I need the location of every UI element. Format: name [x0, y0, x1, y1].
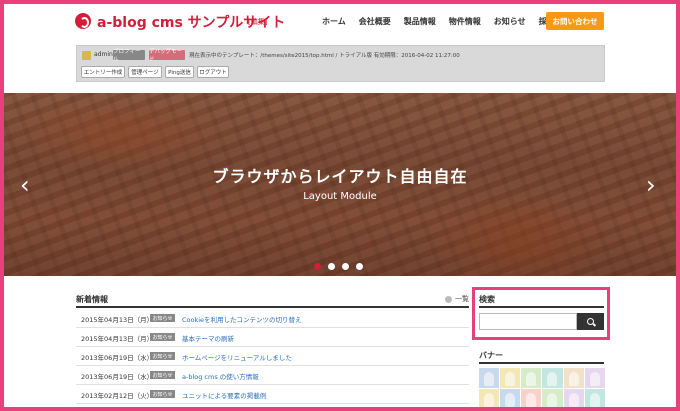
search-heading: 検索: [479, 295, 495, 304]
global-nav: ホーム 会社概要 製品情報 物件情報 お知らせ 採用情報: [322, 16, 584, 27]
hero-title: ブラウザからレイアウト自由自在: [212, 167, 468, 186]
divider: [76, 306, 469, 308]
banner-item[interactable]: [584, 388, 605, 408]
category-badge[interactable]: お知らせ: [150, 333, 175, 341]
banner-item[interactable]: [563, 388, 584, 408]
banner-item[interactable]: [479, 368, 500, 388]
category-badge[interactable]: お知らせ: [150, 314, 175, 322]
template-info: 現在表示中のテンプレート：/themes/site2015/top.html /…: [189, 53, 460, 59]
banner-heading: バナー: [479, 351, 503, 360]
nav-item-company[interactable]: 会社概要: [359, 16, 391, 27]
divider: [479, 306, 604, 308]
nav-item-properties[interactable]: 物件情報: [449, 16, 481, 27]
create-entry-button[interactable]: エントリー作成: [81, 66, 125, 78]
nav-item-home[interactable]: ホーム: [322, 16, 346, 27]
banner-item[interactable]: [542, 368, 563, 388]
news-date: 2013年06月19日（水）: [81, 354, 154, 362]
category-badge[interactable]: お知らせ: [150, 371, 175, 379]
search-icon: [587, 318, 594, 325]
site-header: a-blog cms サンプルサイト [編集] ホーム 会社概要 製品情報 物件…: [0, 0, 680, 42]
slider-dot[interactable]: [342, 263, 349, 270]
news-link[interactable]: a-blog cms の使い方情報: [182, 371, 259, 381]
news-link[interactable]: Cookieを利用したコンテンツの切り替え: [182, 314, 302, 324]
nav-item-products[interactable]: 製品情報: [404, 16, 436, 27]
edit-link[interactable]: [編集]: [248, 17, 267, 27]
contact-button[interactable]: お問い合わせ: [546, 12, 604, 30]
slider-pagination: [314, 263, 363, 270]
list-item: 2015年04月13日（月） お知らせ Cookieを利用したコンテンツの切り替…: [76, 309, 469, 328]
list-icon: [445, 295, 452, 303]
list-item: 2013年02月12日（火） お知らせ ユニットによる要素の掲載例: [76, 385, 469, 404]
banner-item[interactable]: [479, 388, 500, 408]
banner-item[interactable]: [584, 368, 605, 388]
news-list: 2015年04月13日（月） お知らせ Cookieを利用したコンテンツの切り替…: [76, 309, 469, 404]
news-date: 2013年02月12日（火）: [81, 392, 154, 400]
category-badge[interactable]: お知らせ: [150, 352, 175, 360]
news-date: 2013年06月19日（水）: [81, 373, 154, 381]
chevron-left-icon[interactable]: ‹: [20, 171, 30, 199]
list-item: 2013年06月19日（水） お知らせ a-blog cms の使い方情報: [76, 366, 469, 385]
banner-item[interactable]: [563, 368, 584, 388]
category-badge[interactable]: お知らせ: [150, 390, 175, 398]
avatar: [82, 51, 91, 60]
banner-item[interactable]: [521, 388, 542, 408]
chevron-right-icon[interactable]: ›: [646, 171, 656, 199]
banner-grid: [479, 368, 605, 408]
banner-item[interactable]: [500, 368, 521, 388]
news-heading: 新着情報: [76, 295, 108, 304]
banner-item[interactable]: [542, 388, 563, 408]
slider-dot[interactable]: [356, 263, 363, 270]
hero-subtitle: Layout Module: [303, 191, 377, 202]
banner-item[interactable]: [521, 368, 542, 388]
logo-icon[interactable]: [75, 13, 91, 29]
nav-item-news[interactable]: お知らせ: [494, 16, 526, 27]
news-more-label: 一覧: [455, 295, 469, 303]
slider-dot[interactable]: [328, 263, 335, 270]
hero-slider[interactable]: ブラウザからレイアウト自由自在 Layout Module ‹ ›: [0, 93, 680, 276]
search-button[interactable]: [577, 313, 604, 330]
profile-tag[interactable]: プロフィール: [113, 49, 145, 63]
news-link[interactable]: ホームページをリニューアルしました: [182, 352, 292, 362]
admin-page-button[interactable]: 管理ページ: [128, 66, 162, 78]
admin-toolbar: admin プロフィール デバッグモード 現在表示中のテンプレート：/theme…: [76, 45, 605, 82]
admin-username[interactable]: admin: [94, 51, 113, 58]
search-input[interactable]: [479, 313, 577, 330]
news-link[interactable]: ユニットによる要素の掲載例: [182, 390, 266, 400]
logout-button[interactable]: ログアウト: [197, 66, 229, 78]
slider-dot[interactable]: [314, 263, 321, 270]
debug-mode-tag[interactable]: デバッグモード: [149, 49, 185, 63]
divider: [479, 362, 604, 364]
news-link[interactable]: 基本テーマの刷新: [182, 333, 234, 343]
list-item: 2013年06月19日（水） お知らせ ホームページをリニューアルしました: [76, 347, 469, 366]
banner-item[interactable]: [500, 388, 521, 408]
news-date: 2015年04月13日（月）: [81, 316, 154, 324]
news-list-link[interactable]: 一覧: [445, 294, 469, 304]
news-date: 2015年04月13日（月）: [81, 335, 154, 343]
list-item: 2015年04月13日（月） お知らせ 基本テーマの刷新: [76, 328, 469, 347]
ping-button[interactable]: Ping送信: [165, 66, 194, 78]
